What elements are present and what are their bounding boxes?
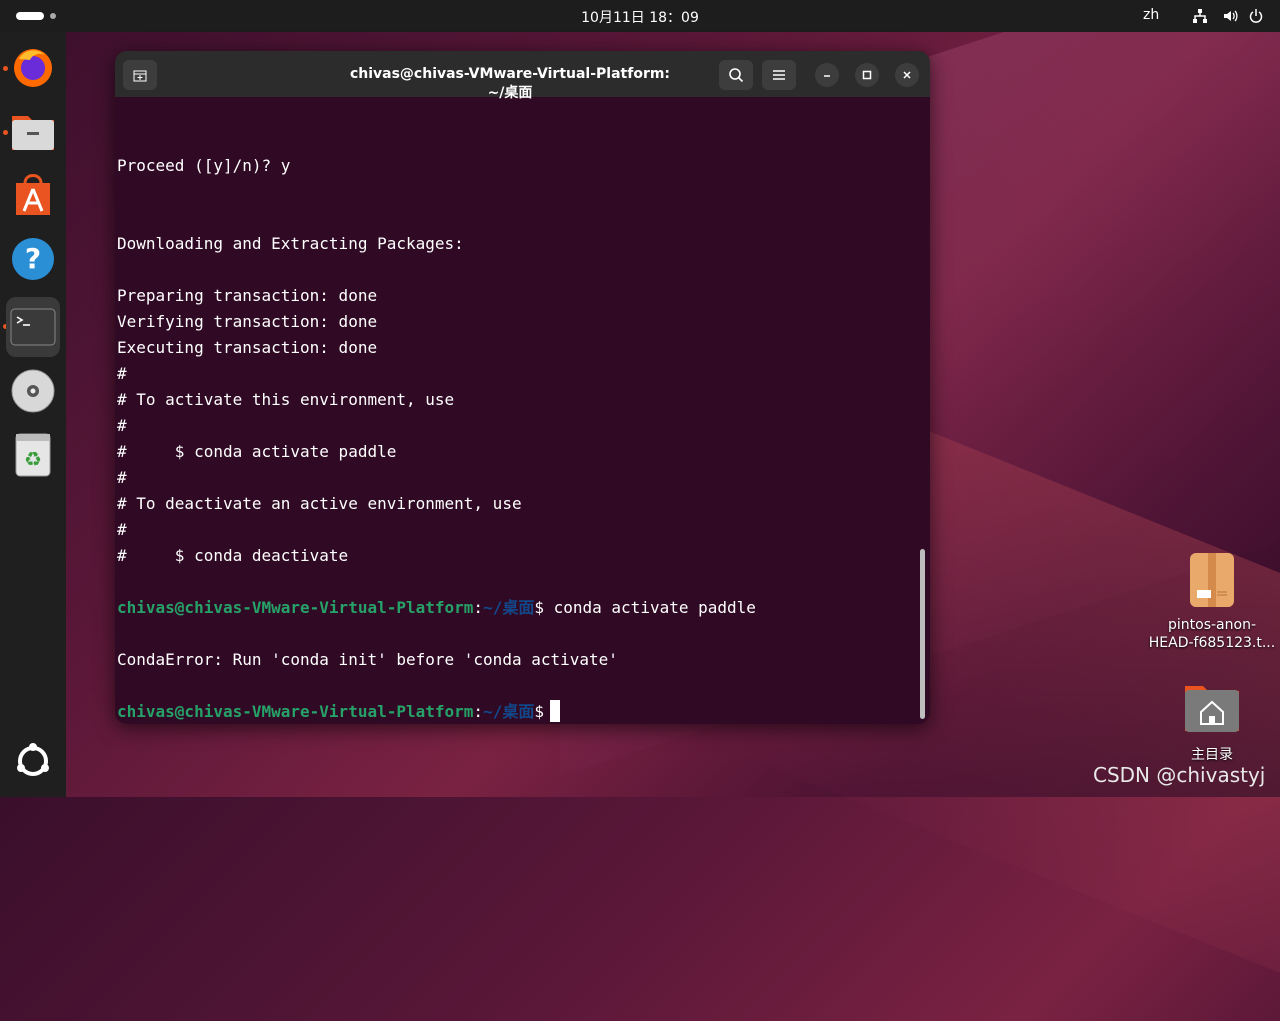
watermark: CSDN @chivastyj [1093, 763, 1266, 787]
home-folder-desktop-icon[interactable] [1183, 682, 1241, 738]
terminal-line: Proceed ([y]/n)? y [117, 156, 291, 175]
prompt-colon: : [473, 598, 484, 617]
archive-file-label[interactable]: pintos-anon- HEAD-f685123.t... [1142, 616, 1280, 652]
disc-icon [11, 369, 55, 413]
terminal-scrollbar[interactable] [920, 549, 925, 719]
help-launcher[interactable]: ? [6, 232, 60, 286]
terminal-icon [10, 308, 56, 346]
prompt-colon: : [473, 702, 484, 721]
show-apps-button[interactable] [6, 734, 60, 788]
terminal-line: Verifying transaction: done [117, 312, 378, 331]
prompt-path: ~/桌面 [483, 598, 535, 617]
show-apps-icon [17, 743, 49, 776]
terminal-line: Executing transaction: done [117, 338, 378, 357]
app-center-launcher[interactable] [6, 168, 60, 222]
app-center-icon [16, 174, 50, 215]
maximize-icon [862, 70, 872, 80]
text-cursor [549, 700, 560, 722]
hamburger-menu-icon [773, 70, 785, 80]
close-button[interactable] [895, 63, 919, 87]
terminal-line: # To deactivate an active environment, u… [117, 494, 522, 513]
volume-icon[interactable] [1222, 8, 1238, 24]
disc-launcher[interactable] [6, 364, 60, 418]
minimize-button[interactable] [815, 63, 839, 87]
terminal-window[interactable]: chivas@chivas-VMware-Virtual-Platform: ~… [115, 51, 930, 724]
search-button[interactable] [719, 60, 753, 90]
prompt-line: chivas@chivas-VMware-Virtual-Platform:~/… [117, 595, 756, 621]
terminal-titlebar[interactable]: chivas@chivas-VMware-Virtual-Platform: ~… [115, 51, 930, 101]
archive-file-label-line: HEAD-f685123.t... [1148, 635, 1276, 651]
archive-icon [1190, 553, 1234, 607]
new-tab-icon [133, 70, 147, 82]
terminal-line: # To activate this environment, use [117, 390, 455, 409]
home-folder-label[interactable]: 主目录 [1167, 746, 1257, 764]
terminal-output[interactable]: Proceed ([y]/n)? y Downloading and Extra… [117, 98, 917, 724]
terminal-line: # [117, 520, 127, 539]
terminal-line: # [117, 468, 127, 487]
home-folder-icon [1185, 686, 1239, 732]
files-icon [12, 116, 54, 150]
new-tab-button[interactable] [123, 60, 157, 90]
prompt-dollar: $ [534, 598, 544, 617]
prompt-user: chivas@chivas-VMware-Virtual-Platform [117, 702, 474, 721]
dock: ? ♻ [0, 32, 66, 797]
terminal-line: Preparing transaction: done [117, 286, 378, 305]
firefox-icon [14, 49, 52, 87]
terminal-line: # $ conda deactivate [117, 546, 349, 565]
trash-launcher[interactable]: ♻ [6, 428, 60, 482]
menu-button[interactable] [762, 60, 796, 90]
terminal-line: Downloading and Extracting Packages: [117, 234, 464, 253]
terminal-error-line: CondaError: Run 'conda init' before 'con… [117, 650, 618, 669]
prompt-line: chivas@chivas-VMware-Virtual-Platform:~/… [117, 699, 560, 724]
clock[interactable]: 10月11日 18：09 [0, 7, 1280, 27]
terminal-line: # $ conda activate paddle [117, 442, 397, 461]
svg-text:?: ? [25, 242, 41, 275]
minimize-icon [824, 75, 830, 77]
archive-file-desktop-icon[interactable] [1189, 552, 1235, 612]
archive-file-label-line: pintos-anon- [1168, 617, 1256, 633]
terminal-line: # [117, 416, 127, 435]
prompt-path: ~/桌面 [483, 702, 535, 721]
network-icon[interactable] [1192, 8, 1208, 24]
close-icon [903, 71, 911, 79]
maximize-button[interactable] [855, 63, 879, 87]
window-title: chivas@chivas-VMware-Virtual-Platform: ~… [349, 66, 671, 101]
files-launcher[interactable] [6, 104, 60, 158]
prompt-dollar: $ [534, 702, 544, 721]
terminal-launcher[interactable] [6, 297, 60, 357]
command-text: conda activate paddle [543, 598, 756, 617]
terminal-line: # [117, 364, 127, 383]
prompt-user: chivas@chivas-VMware-Virtual-Platform [117, 598, 474, 617]
svg-text:♻: ♻ [24, 447, 42, 471]
power-icon[interactable] [1248, 8, 1264, 24]
trash-icon: ♻ [15, 433, 51, 477]
search-icon [729, 68, 744, 83]
firefox-launcher[interactable] [6, 40, 60, 94]
input-method-indicator[interactable]: zh [1143, 7, 1159, 23]
help-icon: ? [12, 238, 54, 280]
top-bar: 10月11日 18：09 zh [0, 0, 1280, 32]
